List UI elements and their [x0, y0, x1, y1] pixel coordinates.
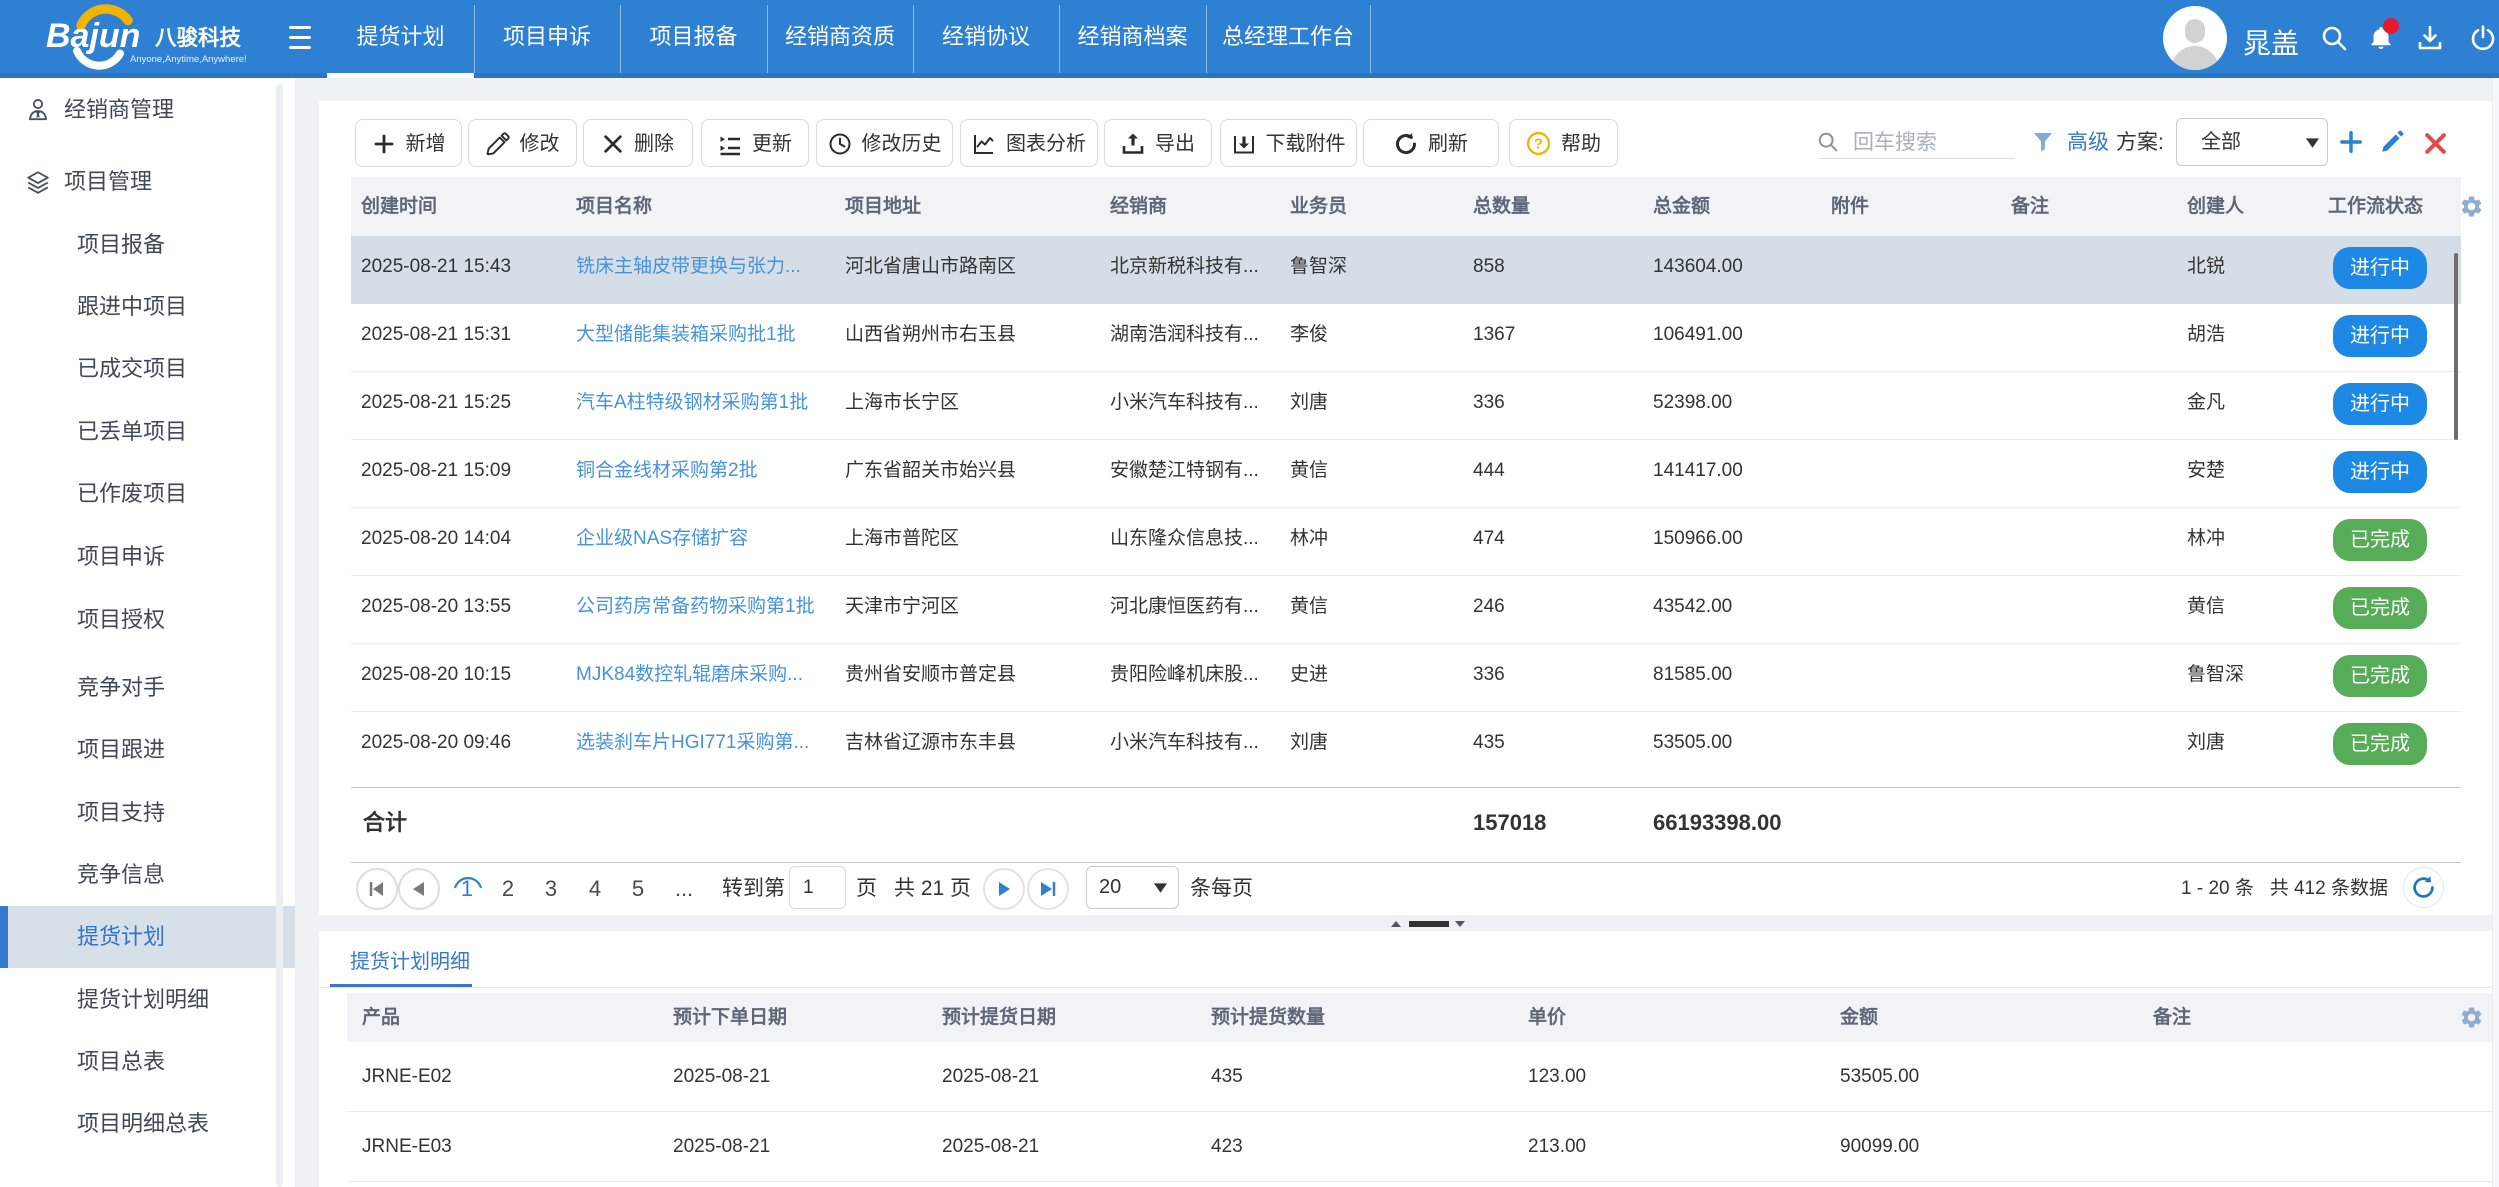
svg-text:?: ? [1534, 137, 1543, 153]
svg-text:Anyone,Anytime,Anywhere!: Anyone,Anytime,Anywhere! [130, 54, 247, 65]
svg-text:Bajun: Bajun [46, 17, 140, 55]
svg-text:八骏科技: 八骏科技 [155, 25, 242, 50]
